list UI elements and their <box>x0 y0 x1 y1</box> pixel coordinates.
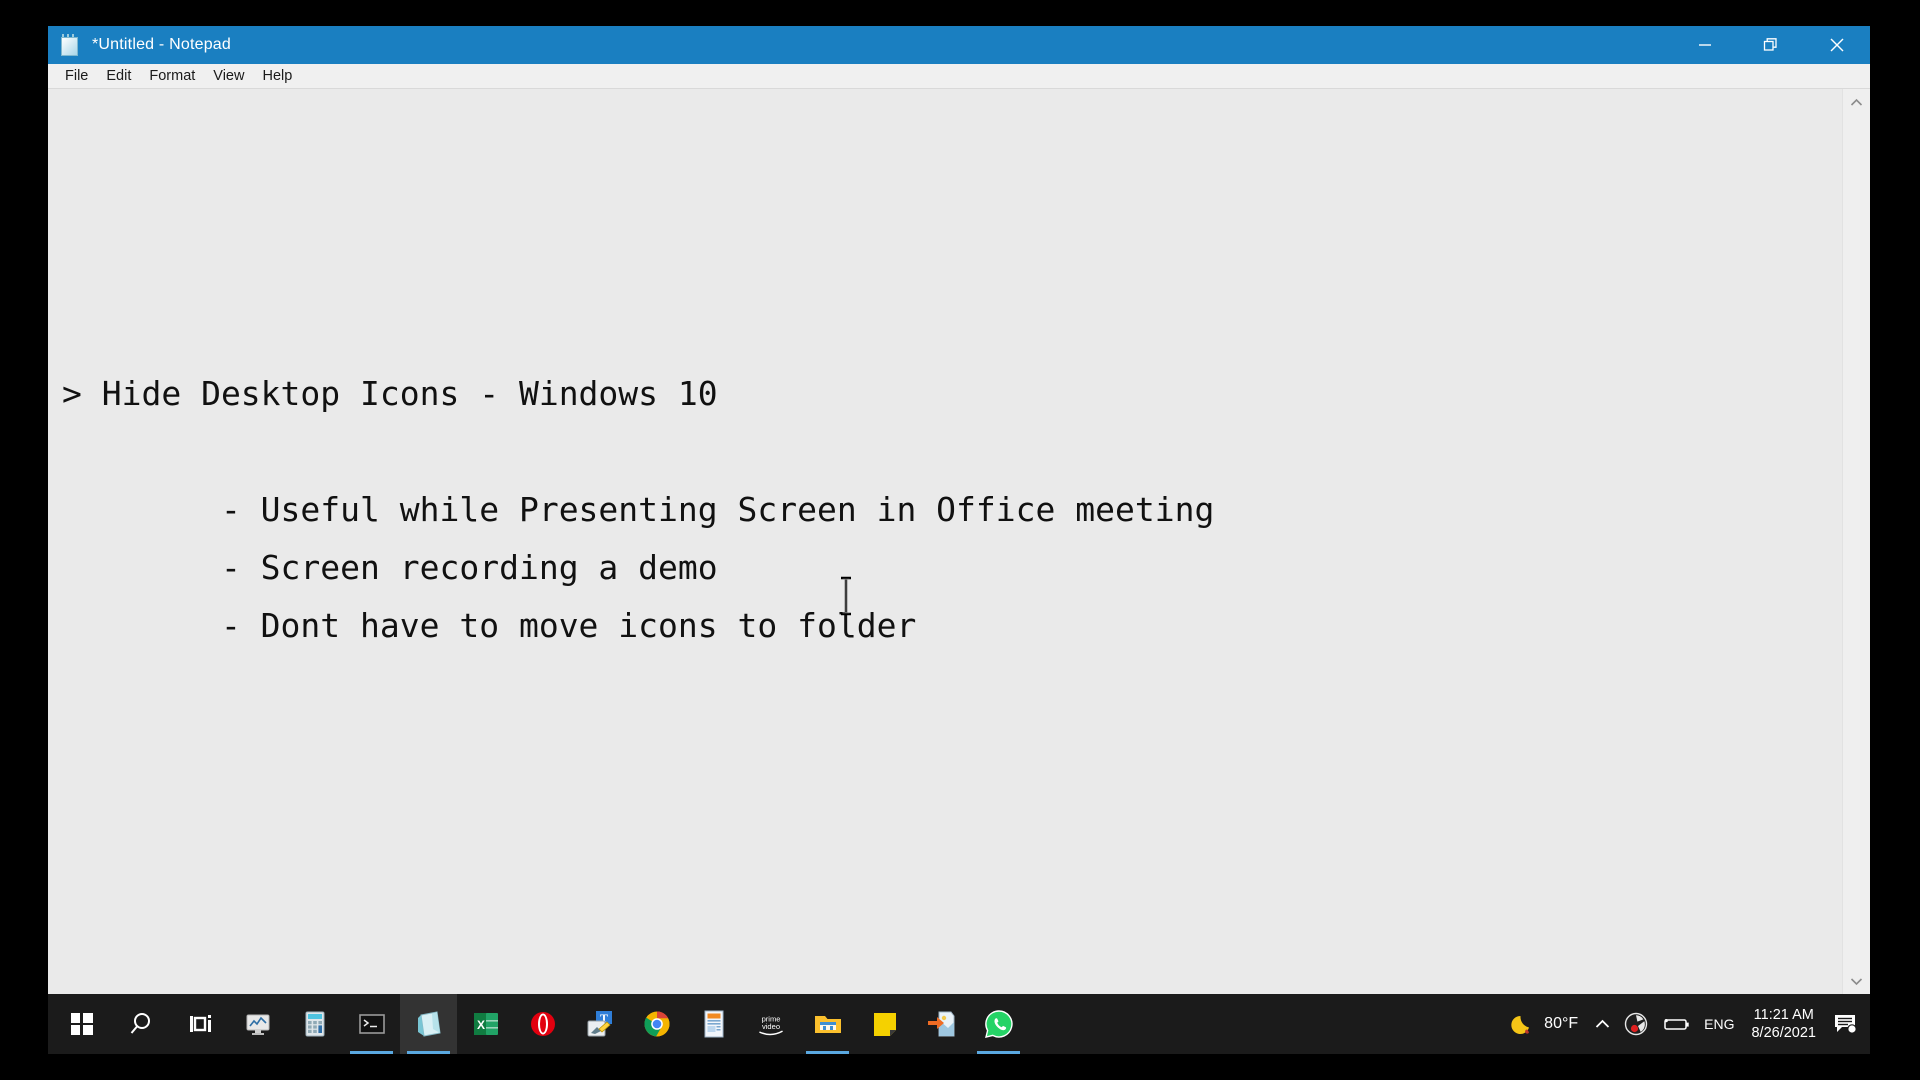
prime-video-icon: prime video <box>758 1014 783 1036</box>
restore-button[interactable] <box>1738 26 1804 64</box>
excel-button[interactable]: X <box>457 994 514 1054</box>
moon-icon <box>1511 1015 1530 1034</box>
paint-text-icon: T <box>587 1011 612 1037</box>
notepad-icon <box>417 1011 441 1037</box>
menu-view[interactable]: View <box>204 66 253 86</box>
svg-text:video: video <box>761 1022 779 1031</box>
sticky-notes-button[interactable] <box>856 994 913 1054</box>
text-editor[interactable]: > Hide Desktop Icons - Windows 10 - Usef… <box>48 89 1842 994</box>
news-document-icon <box>704 1010 723 1038</box>
battery-icon <box>1664 1019 1689 1030</box>
opera-icon <box>530 1012 555 1036</box>
opera-button[interactable] <box>514 994 571 1054</box>
paint-button[interactable]: T <box>571 994 628 1054</box>
calculator-icon <box>305 1011 324 1037</box>
search-icon <box>130 1013 150 1034</box>
scroll-up-arrow[interactable] <box>1843 89 1871 115</box>
task-view-icon <box>189 1015 211 1032</box>
calculator-button[interactable] <box>286 994 343 1054</box>
monitor-chart-icon <box>246 1014 269 1035</box>
taskbar-spacer <box>1027 994 1500 1054</box>
menu-help[interactable]: Help <box>253 66 301 86</box>
send-anywhere-button[interactable] <box>913 994 970 1054</box>
menu-format[interactable]: Format <box>140 66 204 86</box>
battery-button[interactable] <box>1655 994 1697 1054</box>
taskbar: X T prime video 80°F ENG 11:21 AM 8/26/2… <box>48 994 1870 1054</box>
system-tray: 80°F ENG 11:21 AM 8/26/2021 <box>1500 994 1870 1054</box>
vertical-scrollbar[interactable] <box>1842 89 1870 994</box>
windows-logo-icon <box>70 1013 93 1035</box>
title-bar[interactable]: *Untitled - Notepad <box>48 26 1870 64</box>
search-button[interactable] <box>115 994 172 1054</box>
window-controls <box>1672 26 1870 64</box>
task-manager-button[interactable] <box>229 994 286 1054</box>
editor-area: > Hide Desktop Icons - Windows 10 - Usef… <box>48 88 1870 994</box>
close-button[interactable] <box>1804 26 1870 64</box>
clock-time: 11:21 AM <box>1753 1007 1814 1023</box>
task-view-button[interactable] <box>172 994 229 1054</box>
notification-center-icon <box>1835 1015 1857 1034</box>
command-prompt-button[interactable] <box>343 994 400 1054</box>
obs-tray-button[interactable] <box>1617 994 1655 1054</box>
notepad-button[interactable] <box>400 994 457 1054</box>
tray-overflow-button[interactable] <box>1588 994 1617 1054</box>
running-indicator <box>350 1051 393 1054</box>
active-indicator <box>407 1051 450 1054</box>
running-indicator <box>977 1051 1020 1054</box>
terminal-icon <box>358 1014 385 1034</box>
excel-icon: X <box>473 1013 498 1035</box>
window-title: *Untitled - Notepad <box>92 36 231 53</box>
prime-video-button[interactable]: prime video <box>742 994 799 1054</box>
clock[interactable]: 11:21 AM 8/26/2021 <box>1741 994 1826 1054</box>
menu-file[interactable]: File <box>56 66 97 86</box>
chevron-up-icon <box>1596 1019 1610 1028</box>
taskbar-pinned-items: X T prime video <box>48 994 1027 1054</box>
document-text: > Hide Desktop Icons - Windows 10 - Usef… <box>62 374 1215 645</box>
obs-icon <box>1624 1012 1648 1036</box>
notepad-icon <box>60 34 80 56</box>
chrome-button[interactable] <box>628 994 685 1054</box>
menu-bar: File Edit Format View Help <box>48 64 1870 88</box>
file-transfer-icon <box>927 1011 954 1037</box>
folder-icon <box>814 1016 841 1033</box>
whatsapp-button[interactable] <box>970 994 1027 1054</box>
scroll-down-arrow[interactable] <box>1843 968 1871 994</box>
news-button[interactable] <box>685 994 742 1054</box>
clock-date: 8/26/2021 <box>1751 1025 1816 1041</box>
weather-widget[interactable]: 80°F <box>1500 994 1588 1054</box>
notification-center-button[interactable] <box>1826 994 1864 1054</box>
running-indicator <box>806 1051 849 1054</box>
desktop: *Untitled - Notepad File Edit Format Vie… <box>0 0 1920 1080</box>
menu-edit[interactable]: Edit <box>97 66 140 86</box>
chrome-icon <box>643 1011 669 1037</box>
sticky-note-icon <box>873 1013 896 1036</box>
notepad-window: *Untitled - Notepad File Edit Format Vie… <box>48 26 1870 994</box>
whatsapp-icon <box>984 1010 1013 1038</box>
start-button[interactable] <box>48 994 115 1054</box>
language-indicator[interactable]: ENG <box>1697 994 1741 1054</box>
file-explorer-button[interactable] <box>799 994 856 1054</box>
temperature-label: 80°F <box>1544 1015 1579 1032</box>
minimize-button[interactable] <box>1672 26 1738 64</box>
svg-text:X: X <box>476 1018 484 1032</box>
